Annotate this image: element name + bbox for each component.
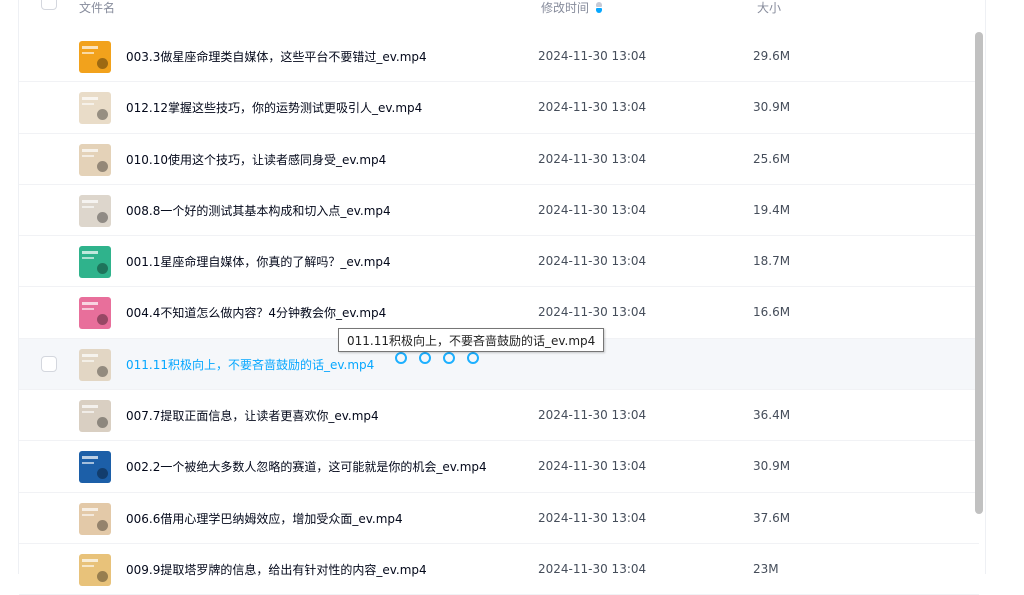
file-modified-time: 2024-11-30 13:04 xyxy=(538,202,647,217)
file-row[interactable]: 006.6借用心理学巴纳姆效应，增加受众面_ev.mp4 2024-11-30 … xyxy=(19,493,979,544)
column-header-name[interactable]: 文件名 xyxy=(79,0,115,16)
list-header: 文件名 修改时间 大小 xyxy=(19,0,987,16)
video-thumbnail[interactable] xyxy=(79,246,111,279)
file-name[interactable]: 001.1星座命理自媒体，你真的了解吗？_ev.mp4 xyxy=(126,253,391,270)
more-icon[interactable] xyxy=(467,351,479,364)
file-modified-time: 2024-11-30 13:04 xyxy=(538,408,647,423)
file-row[interactable]: 010.10使用这个技巧，让读者感同身受_ev.mp4 2024-11-30 1… xyxy=(19,134,979,185)
file-name[interactable]: 007.7提取正面信息，让读者更喜欢你_ev.mp4 xyxy=(126,407,379,424)
file-name[interactable]: 008.8一个好的测试其基本构成和切入点_ev.mp4 xyxy=(126,202,391,219)
file-name[interactable]: 011.11积极向上，不要吝啬鼓励的话_ev.mp4 xyxy=(126,356,374,373)
file-size: 36.4M xyxy=(753,408,791,423)
sort-icon[interactable] xyxy=(595,1,603,14)
file-name[interactable]: 012.12掌握这些技巧，你的运势测试更吸引人_ev.mp4 xyxy=(126,99,422,116)
video-thumbnail[interactable] xyxy=(79,348,111,381)
file-row[interactable]: 007.7提取正面信息，让读者更喜欢你_ev.mp4 2024-11-30 13… xyxy=(19,390,979,442)
video-thumbnail[interactable] xyxy=(79,297,111,330)
file-modified-time: 2024-11-30 13:04 xyxy=(538,510,647,525)
video-thumbnail[interactable] xyxy=(79,143,111,176)
column-header-time-label: 修改时间 xyxy=(541,1,590,15)
file-size: 30.9M xyxy=(753,100,791,115)
file-name[interactable]: 002.2一个被绝大多数人忽略的赛道，这可能就是你的机会_ev.mp4 xyxy=(126,458,487,475)
select-all-checkbox[interactable] xyxy=(41,0,57,10)
file-row[interactable]: 003.3做星座命理类自媒体，这些平台不要错过_ev.mp4 2024-11-3… xyxy=(19,31,979,83)
row-action-icons xyxy=(395,351,479,364)
file-modified-time: 2024-11-30 13:04 xyxy=(538,151,647,166)
file-modified-time: 2024-11-30 13:04 xyxy=(538,254,647,269)
file-size: 25.6M xyxy=(753,151,791,166)
video-thumbnail[interactable] xyxy=(79,194,111,227)
file-list-panel: 文件名 修改时间 大小 003.3做星座命理类自媒体，这些平台不要错过_ev.m… xyxy=(18,0,987,595)
file-row[interactable]: 002.2一个被绝大多数人忽略的赛道，这可能就是你的机会_ev.mp4 2024… xyxy=(19,441,979,493)
filename-tooltip: 011.11积极向上，不要吝啬鼓励的话_ev.mp4 xyxy=(338,328,605,352)
video-thumbnail[interactable] xyxy=(79,92,111,125)
scrollbar-thumb[interactable] xyxy=(975,32,983,514)
video-thumbnail[interactable] xyxy=(79,41,111,73)
file-row[interactable]: 012.12掌握这些技巧，你的运势测试更吸引人_ev.mp4 2024-11-3… xyxy=(19,82,979,134)
file-size: 37.6M xyxy=(753,510,791,525)
file-size: 18.7M xyxy=(753,254,791,269)
file-name[interactable]: 009.9提取塔罗牌的信息，给出有针对性的内容_ev.mp4 xyxy=(126,561,427,578)
file-modified-time: 2024-11-30 13:04 xyxy=(538,459,647,474)
file-modified-time: 2024-11-30 13:04 xyxy=(538,49,647,63)
delete-icon[interactable] xyxy=(443,351,455,364)
file-name[interactable]: 006.6借用心理学巴纳姆效应，增加受众面_ev.mp4 xyxy=(126,510,403,527)
file-row[interactable]: 001.1星座命理自媒体，你真的了解吗？_ev.mp4 2024-11-30 1… xyxy=(19,236,979,288)
video-thumbnail[interactable] xyxy=(79,553,111,586)
file-modified-time: 2024-11-30 13:04 xyxy=(538,100,647,115)
file-size: 30.9M xyxy=(753,459,791,474)
video-thumbnail[interactable] xyxy=(79,451,111,484)
column-header-size[interactable]: 大小 xyxy=(757,0,781,16)
video-thumbnail[interactable] xyxy=(79,400,111,433)
file-name[interactable]: 004.4不知道怎么做内容？4分钟教会你_ev.mp4 xyxy=(126,304,386,321)
file-row[interactable]: 008.8一个好的测试其基本构成和切入点_ev.mp4 2024-11-30 1… xyxy=(19,185,979,237)
file-name[interactable]: 003.3做星座命理类自媒体，这些平台不要错过_ev.mp4 xyxy=(126,48,427,65)
column-header-time[interactable]: 修改时间 xyxy=(541,0,603,16)
file-name[interactable]: 010.10使用这个技巧，让读者感同身受_ev.mp4 xyxy=(126,151,386,168)
file-size: 16.6M xyxy=(753,305,791,320)
file-modified-time: 2024-11-30 13:04 xyxy=(538,305,647,320)
file-list: 003.3做星座命理类自媒体，这些平台不要错过_ev.mp4 2024-11-3… xyxy=(19,31,979,595)
row-checkbox[interactable] xyxy=(41,355,57,372)
video-thumbnail[interactable] xyxy=(79,502,111,535)
file-row[interactable]: 009.9提取塔罗牌的信息，给出有针对性的内容_ev.mp4 2024-11-3… xyxy=(19,544,979,595)
file-size: 29.6M xyxy=(753,49,791,63)
share-icon[interactable] xyxy=(395,351,407,364)
file-size: 19.4M xyxy=(753,202,791,217)
download-icon[interactable] xyxy=(419,351,431,364)
